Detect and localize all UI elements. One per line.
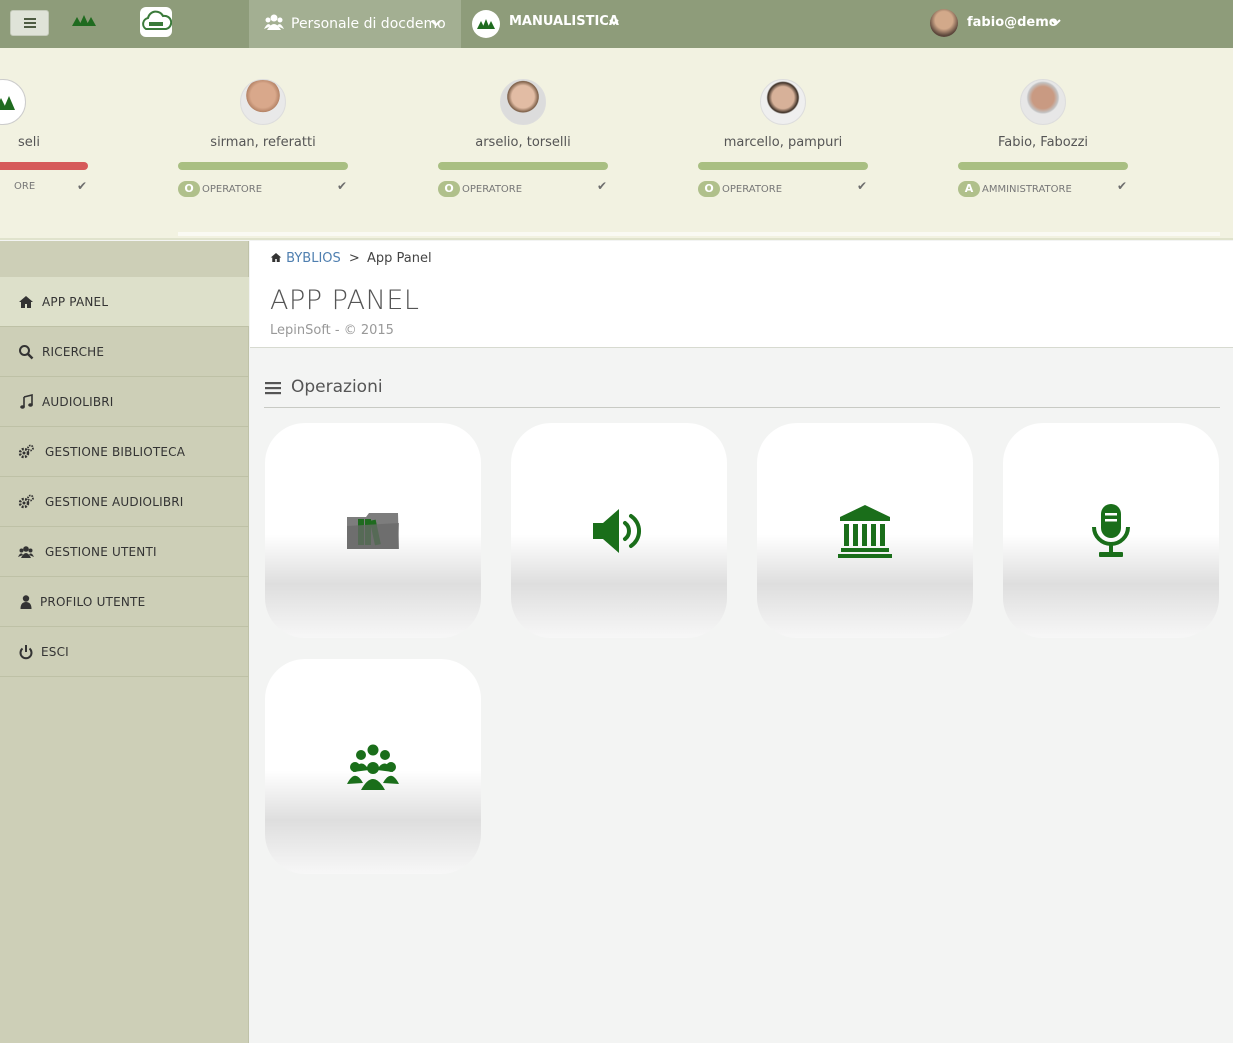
breadcrumb-current: App Panel [366, 251, 432, 266]
home-icon [270, 253, 282, 262]
sidebar: APP PANEL RICERCHE AUDIOLIBRI GESTIONE B… [0, 241, 249, 1043]
user-avatar [930, 9, 958, 37]
page-subtitle: LepinSoft - © 2015 [270, 323, 394, 338]
section-title: Operazioni [291, 377, 383, 397]
sidebar-item-profilo-utente[interactable]: PROFILO UTENTE [0, 577, 249, 627]
user-avatar [240, 79, 286, 125]
user-status-bar [438, 162, 608, 170]
music-icon [20, 394, 33, 409]
manual-logo-icon [472, 10, 500, 38]
operation-tile-recording[interactable] [1003, 423, 1219, 638]
sidebar-item-label: ESCI [41, 645, 69, 659]
chevron-down-icon [1051, 19, 1061, 26]
users-icon [264, 14, 284, 30]
mountain-logo-icon[interactable] [72, 12, 96, 28]
breadcrumb-root-link[interactable]: BYBLIOS [286, 251, 341, 266]
sidebar-item-gestione-utenti[interactable]: GESTIONE UTENTI [0, 527, 249, 577]
microphone-icon [1092, 503, 1130, 557]
user-status-bar [0, 162, 88, 170]
cogs-icon [18, 444, 34, 459]
user-card[interactable]: arselio, torselli O OPERATORE ✔ [438, 48, 608, 238]
chevron-down-icon [431, 20, 441, 27]
user-avatar [0, 79, 26, 125]
user-role: ORE [14, 181, 36, 192]
cloud-logo-icon[interactable] [140, 7, 173, 37]
user-avatar [500, 79, 546, 125]
check-icon: ✔ [1117, 179, 1128, 193]
check-icon: ✔ [857, 179, 868, 193]
user-role: O OPERATORE [698, 181, 782, 197]
home-icon [19, 296, 33, 308]
user-role: O OPERATORE [178, 181, 262, 197]
breadcrumb: BYBLIOS > App Panel [270, 251, 432, 266]
library-folder-icon [347, 512, 399, 549]
sidebar-item-label: GESTIONE AUDIOLIBRI [45, 495, 184, 509]
check-icon: ✔ [77, 179, 88, 193]
user-name: sirman, referatti [210, 135, 316, 150]
sidebar-item-ricerche[interactable]: RICERCHE [0, 327, 249, 377]
sidebar-item-gestione-biblioteca[interactable]: GESTIONE BIBLIOTECA [0, 427, 249, 477]
user-name: seli [18, 135, 40, 150]
user-status-bar [958, 162, 1128, 170]
operation-tile-audio[interactable] [511, 423, 727, 638]
user-status-bar [178, 162, 348, 170]
org-label: Personale di docdemo [291, 16, 446, 32]
users-icon [18, 546, 34, 558]
bank-icon [838, 504, 892, 558]
menu-toggle-button[interactable] [10, 10, 49, 36]
sidebar-item-gestione-audiolibri[interactable]: GESTIONE AUDIOLIBRI [0, 477, 249, 527]
sidebar-item-label: GESTIONE BIBLIOTECA [45, 445, 186, 459]
content-header: BYBLIOS > App Panel APP PANEL LepinSoft … [250, 241, 1233, 348]
group-icon [347, 744, 399, 790]
user-avatar [760, 79, 806, 125]
user-card[interactable]: sirman, referatti O OPERATORE ✔ [178, 48, 348, 238]
top-navbar: Personale di docdemo MANUALISTICA fabio@… [0, 0, 1233, 48]
sidebar-item-label: APP PANEL [42, 295, 109, 309]
user-status-bar [698, 162, 868, 170]
user-name: Fabio, Fabozzi [997, 135, 1089, 150]
chevron-down-icon [609, 19, 619, 26]
sidebar-item-label: GESTIONE UTENTI [45, 545, 157, 559]
user-name: marcello, pampuri [723, 135, 843, 150]
users-carousel[interactable]: seli ORE ✔ sirman, referatti O OPERATORE … [0, 48, 1233, 240]
cogs-icon [18, 494, 34, 509]
volume-icon [593, 508, 641, 553]
page-title: APP PANEL [270, 285, 420, 316]
sidebar-item-label: AUDIOLIBRI [42, 395, 114, 409]
list-icon [265, 382, 281, 395]
user-name: arselio, torselli [475, 135, 571, 150]
sidebar-item-label: PROFILO UTENTE [40, 595, 146, 609]
operation-tile-library[interactable] [265, 423, 481, 638]
user-icon [20, 595, 32, 609]
user-label: fabio@demo [967, 15, 1058, 30]
user-avatar [1020, 79, 1066, 125]
sidebar-item-label: RICERCHE [42, 345, 105, 359]
sidebar-item-app-panel[interactable]: APP PANEL [0, 277, 249, 327]
carousel-scrollbar[interactable] [178, 232, 1220, 236]
sidebar-item-esci[interactable]: ESCI [0, 627, 249, 677]
user-role: A AMMINISTRATORE [958, 181, 1072, 197]
operation-tile-library-building[interactable] [757, 423, 973, 638]
power-icon [19, 645, 33, 660]
user-card[interactable]: marcello, pampuri O OPERATORE ✔ [698, 48, 868, 238]
operation-tile-users[interactable] [265, 659, 481, 874]
org-dropdown[interactable]: Personale di docdemo [249, 0, 461, 48]
user-card[interactable]: Fabio, Fabozzi A AMMINISTRATORE ✔ [958, 48, 1128, 238]
check-icon: ✔ [597, 179, 608, 193]
breadcrumb-separator: > [348, 251, 360, 266]
user-card[interactable]: seli ORE ✔ [0, 48, 88, 238]
search-icon [19, 345, 34, 360]
sidebar-item-audiolibri[interactable]: AUDIOLIBRI [0, 377, 249, 427]
manual-label: MANUALISTICA [509, 14, 619, 29]
user-role: O OPERATORE [438, 181, 522, 197]
check-icon: ✔ [337, 179, 348, 193]
section-header: Operazioni [264, 376, 1220, 408]
